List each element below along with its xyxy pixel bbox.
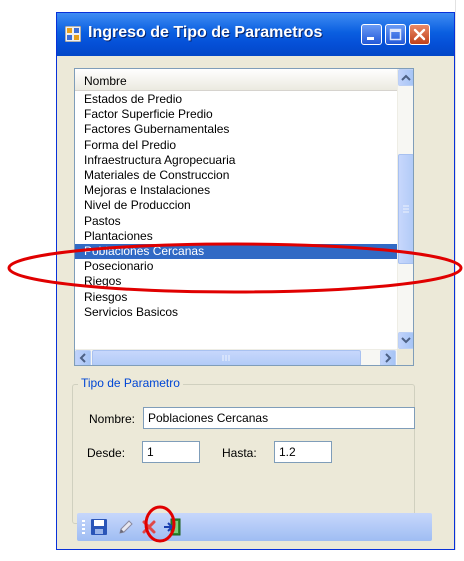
list-item[interactable]: Posecionario xyxy=(75,259,397,274)
desde-field[interactable] xyxy=(142,441,200,463)
scroll-left-button[interactable] xyxy=(75,350,91,365)
edit-icon[interactable] xyxy=(117,518,135,536)
app-icon xyxy=(65,26,81,42)
horizontal-scrollbar[interactable] xyxy=(75,349,397,365)
minimize-button[interactable] xyxy=(361,24,382,45)
list-item[interactable]: Factores Gubernamentales xyxy=(75,122,397,137)
toolbar-grip[interactable] xyxy=(82,520,85,534)
window-title: Ingreso de Tipo de Parametros xyxy=(88,24,323,41)
list-item[interactable]: Nivel de Produccion xyxy=(75,198,397,213)
maximize-icon xyxy=(389,28,402,41)
horizontal-scroll-thumb[interactable] xyxy=(92,350,361,365)
vertical-scrollbar[interactable] xyxy=(397,69,413,349)
list-item[interactable]: Factor Superficie Predio xyxy=(75,107,397,122)
list-item[interactable]: Plantaciones xyxy=(75,229,397,244)
chevron-down-icon xyxy=(401,337,411,344)
nombre-field[interactable] xyxy=(143,407,415,429)
scroll-up-button[interactable] xyxy=(398,69,413,86)
background-window-edge xyxy=(455,0,464,561)
delete-icon[interactable] xyxy=(140,518,158,536)
minimize-icon xyxy=(367,37,374,40)
dialog-window: Ingreso de Tipo de Parametros Nombre Est… xyxy=(56,12,455,550)
grip-icon xyxy=(403,205,409,213)
maximize-button[interactable] xyxy=(385,24,406,45)
title-bar[interactable]: Ingreso de Tipo de Parametros xyxy=(57,13,454,56)
chevron-left-icon xyxy=(79,353,86,363)
close-button[interactable] xyxy=(409,24,430,45)
groupbox-title: Tipo de Parametro xyxy=(78,376,183,390)
scroll-corner xyxy=(397,349,413,365)
scroll-down-button[interactable] xyxy=(398,332,413,349)
nombre-label: Nombre: xyxy=(89,412,136,426)
list-item[interactable]: Servicios Basicos xyxy=(75,305,397,320)
hasta-field[interactable] xyxy=(274,441,332,463)
vertical-scroll-thumb[interactable] xyxy=(398,154,413,264)
toolbar xyxy=(77,513,432,541)
chevron-right-icon xyxy=(385,353,392,363)
save-icon[interactable] xyxy=(90,518,108,536)
list-item[interactable]: Riesgos xyxy=(75,290,397,305)
scroll-right-button[interactable] xyxy=(380,350,396,365)
close-icon xyxy=(413,28,426,41)
exit-icon[interactable] xyxy=(163,518,181,536)
parameter-list[interactable]: Nombre Estados de Predio Factor Superfici… xyxy=(74,68,414,366)
list-item[interactable]: Materiales de Construccion xyxy=(75,168,397,183)
hasta-label: Hasta: xyxy=(222,446,257,460)
grip-icon xyxy=(222,355,230,361)
background-area xyxy=(0,550,464,561)
column-header-label: Nombre xyxy=(84,74,127,88)
desde-label: Desde: xyxy=(87,446,126,460)
chevron-up-icon xyxy=(401,74,411,81)
list-item[interactable]: Forma del Predio xyxy=(75,138,397,153)
list-item[interactable]: Pastos xyxy=(75,214,397,229)
list-column-header[interactable]: Nombre xyxy=(75,69,397,91)
list-item[interactable]: Mejoras e Instalaciones xyxy=(75,183,397,198)
list-item[interactable]: Estados de Predio xyxy=(75,92,397,107)
list-item[interactable]: Poblaciones Cercanas xyxy=(75,244,397,259)
list-item[interactable]: Riegos xyxy=(75,274,397,289)
list-item[interactable]: Infraestructura Agropecuaria xyxy=(75,153,397,168)
